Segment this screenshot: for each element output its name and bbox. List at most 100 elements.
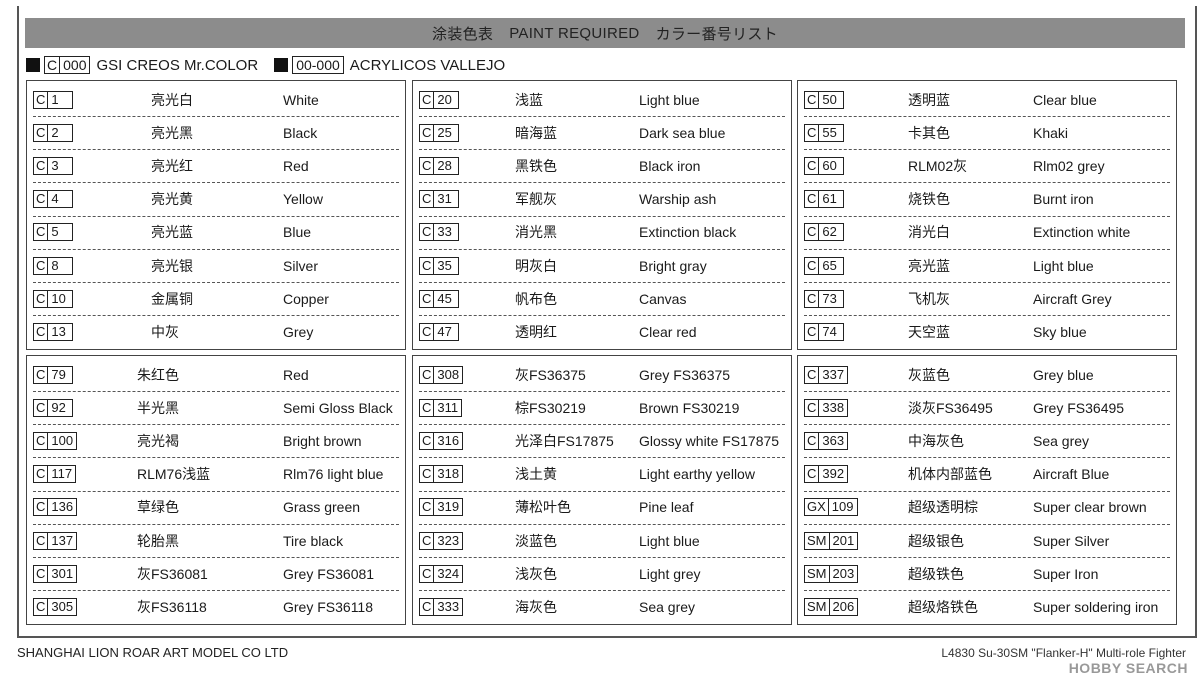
- color-name-en: Light blue: [1033, 257, 1094, 274]
- color-code: C 137: [33, 531, 78, 550]
- paint-row: C 73 飞机灰 Aircraft Grey: [804, 282, 1170, 317]
- color-name-cn: 机体内部蓝色: [908, 466, 992, 483]
- paint-row: C 363 中海灰色 Sea grey: [804, 424, 1170, 459]
- paint-table-3: C 50 透明蓝 Clear blue C 55 卡其色 Khaki C 60 RLM02灰 Rlm0…: [797, 80, 1177, 350]
- color-name-cn: 亮光白: [151, 91, 193, 108]
- color-code: C 311: [419, 398, 463, 417]
- color-code: C 50: [804, 90, 845, 109]
- paint-table-6: C 337 灰蓝色 Grey blue C 338 淡灰FS36495 Grey FS3649…: [797, 355, 1177, 625]
- color-name-en: Bright gray: [639, 257, 707, 274]
- color-name-en: Grass green: [283, 499, 361, 516]
- color-name-cn: 透明蓝: [908, 91, 950, 108]
- paint-table-4: C 79 朱红色 Red C 92 半光黑 Semi Gloss Black C 100 亮光褐 Br…: [26, 355, 406, 625]
- color-code: SM 206: [804, 597, 859, 616]
- color-name-cn: 棕FS30219: [515, 399, 586, 416]
- color-code: C5: [33, 223, 74, 242]
- color-name-en: Extinction black: [639, 224, 737, 241]
- color-name-en: Bright brown: [283, 432, 362, 449]
- color-code: C 31: [419, 190, 460, 209]
- paint-row: C 20 浅蓝 Light blue: [419, 83, 785, 117]
- color-name-cn: 中海灰色: [908, 432, 964, 449]
- color-name-cn: 亮光蓝: [908, 257, 950, 274]
- color-code: C 337: [804, 365, 849, 384]
- paint-row: SM 201 超级银色 Super Silver: [804, 524, 1170, 558]
- color-name-en: Black: [283, 124, 318, 141]
- paint-row: C 62 消光白 Extinction white: [804, 216, 1170, 250]
- color-name-cn: 超级银色: [908, 532, 964, 549]
- color-name-cn: 超级透明棕: [908, 499, 978, 516]
- company-name: SHANGHAI LION ROAR ART MODEL CO LTD: [17, 645, 289, 660]
- paint-row: GX 109 超级透明棕 Super clear brown: [804, 491, 1170, 525]
- color-name-cn: 金属铜: [151, 290, 193, 307]
- color-code: C 25: [419, 123, 460, 142]
- paint-row: C 65 亮光蓝 Light blue: [804, 249, 1170, 283]
- paint-row: C 25 暗海蓝 Dark sea blue: [419, 116, 785, 151]
- paint-row: C 47 透明红 Clear red: [419, 315, 785, 348]
- color-code: C 92: [33, 398, 74, 417]
- color-name-en: Tire black: [283, 532, 344, 549]
- color-code: SM 201: [804, 531, 859, 550]
- color-code: C 319: [419, 498, 464, 517]
- color-name-en: Rlm76 light blue: [283, 466, 384, 483]
- color-name-cn: 飞机灰: [908, 290, 950, 307]
- color-name-en: Blue: [283, 224, 312, 241]
- color-code: C1: [33, 90, 74, 109]
- paint-row: C 79 朱红色 Red: [33, 358, 399, 392]
- paint-row: C 4 亮光黄 Yellow: [33, 183, 399, 217]
- color-name-cn: 天空蓝: [908, 323, 950, 340]
- color-name-en: Extinction white: [1033, 224, 1131, 241]
- gsi-label: GSI CREOS Mr.COLOR: [96, 56, 259, 74]
- color-code: C 305: [33, 597, 78, 616]
- color-code: C 73: [804, 289, 845, 308]
- color-name-cn: 亮光蓝: [151, 224, 193, 241]
- color-name-en: Red: [283, 366, 309, 383]
- color-name-en: Light blue: [639, 91, 700, 108]
- color-name-en: Glossy white FS17875: [639, 432, 780, 449]
- color-name-en: Warship ash: [639, 191, 717, 208]
- color-code: C 47: [419, 322, 460, 341]
- vallejo-label: ACRYLICOS VALLEJO: [349, 56, 506, 74]
- color-code: C 79: [33, 365, 74, 384]
- color-name-cn: 浅灰色: [515, 565, 557, 582]
- color-name-en: Sky blue: [1033, 323, 1087, 340]
- color-name-en: Super clear brown: [1033, 499, 1147, 516]
- color-name-en: Aircraft Grey: [1033, 290, 1112, 307]
- color-name-cn: 亮光红: [151, 157, 193, 174]
- color-name-en: Dark sea blue: [639, 124, 726, 141]
- color-name-en: Light grey: [639, 565, 701, 582]
- color-name-en: Black iron: [639, 157, 701, 174]
- paint-row: C 61 烧铁色 Burnt iron: [804, 183, 1170, 217]
- color-name-cn: 淡灰FS36495: [908, 399, 993, 416]
- color-name-cn: 消光黑: [515, 224, 557, 241]
- color-name-en: Red: [283, 157, 309, 174]
- paint-row: C 92 半光黑 Semi Gloss Black: [33, 391, 399, 426]
- header-jp: カラー番号リスト: [655, 25, 778, 43]
- paint-row: C 392 机体内部蓝色 Aircraft Blue: [804, 458, 1170, 492]
- color-name-en: Grey blue: [1033, 366, 1094, 383]
- color-name-cn: 帆布色: [515, 290, 557, 307]
- paint-row: C 35 明灰白 Bright gray: [419, 249, 785, 283]
- color-code: C 33: [419, 223, 460, 242]
- color-code: C2: [33, 123, 74, 142]
- paint-row: C 137 轮胎黑 Tire black: [33, 524, 399, 558]
- color-code: C 324: [419, 564, 464, 583]
- gsi-code-box: C 000: [44, 56, 91, 74]
- color-code: C 65: [804, 256, 845, 275]
- color-name-en: Sea grey: [1033, 432, 1090, 449]
- color-name-cn: 草绿色: [137, 499, 179, 516]
- color-name-en: Sea grey: [639, 598, 696, 615]
- paint-row: C 323 淡蓝色 Light blue: [419, 524, 785, 558]
- color-code: C 392: [804, 465, 849, 484]
- color-code: C 301: [33, 564, 78, 583]
- paint-row: C 74 天空蓝 Sky blue: [804, 315, 1170, 348]
- color-name-en: Brown FS30219: [639, 399, 740, 416]
- vallejo-code-box: 00-000: [292, 56, 344, 74]
- color-name-en: Aircraft Blue: [1033, 466, 1110, 483]
- color-name-cn: 海灰色: [515, 598, 557, 615]
- color-code: C3: [33, 156, 74, 175]
- color-name-cn: RLM02灰: [908, 157, 968, 174]
- color-name-en: Clear red: [639, 323, 697, 340]
- color-name-en: Grey FS36118: [283, 598, 374, 615]
- color-code: C 55: [804, 123, 845, 142]
- color-code: C 45: [419, 289, 460, 308]
